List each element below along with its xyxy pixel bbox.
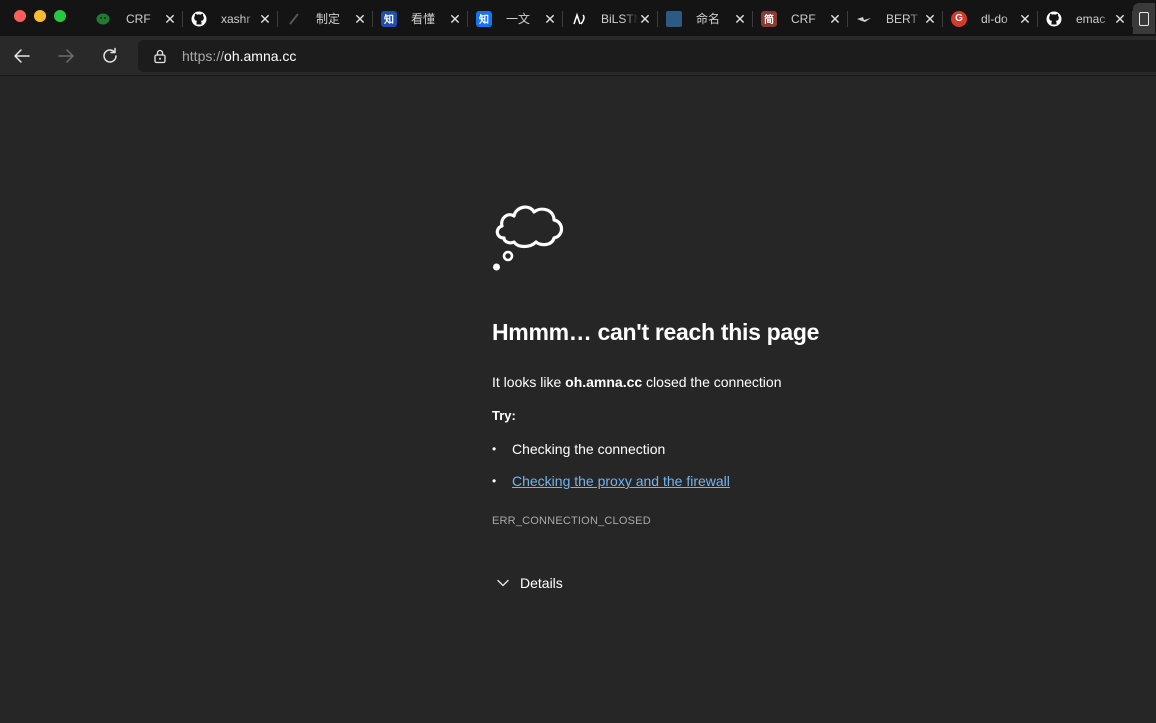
close-tab-icon[interactable]: ✕ <box>1113 12 1127 26</box>
browser-toolbar: https://oh.amna.cc <box>0 36 1156 76</box>
close-tab-icon[interactable]: ✕ <box>258 12 272 26</box>
thought-cloud-icon <box>493 205 564 271</box>
tabs: CRF✕xashr✕制定✕知看懂✕知一文✕BiLSTM✕命名✕简CRF✕BERT… <box>88 3 1155 36</box>
forward-button[interactable] <box>54 44 78 68</box>
message-host: oh.amna.cc <box>565 374 643 390</box>
window-controls <box>14 10 66 22</box>
close-window-button[interactable] <box>14 10 26 22</box>
zhihu-icon: 知 <box>476 10 492 27</box>
error-page: Hmmm… can't reach this page It looks lik… <box>0 77 1156 723</box>
jianshu-icon: 简 <box>761 10 777 27</box>
close-tab-icon[interactable]: ✕ <box>1018 12 1032 26</box>
browser-tab[interactable]: 制定 ✕ <box>278 3 373 34</box>
details-toggle[interactable]: Details <box>496 575 563 591</box>
browser-tab[interactable]: CRF ✕ <box>88 3 183 34</box>
python-icon <box>666 10 682 27</box>
zoom-window-button[interactable] <box>54 10 66 22</box>
lock-icon[interactable] <box>152 48 168 64</box>
tab-title: dl-do <box>981 11 1008 26</box>
tab-title: 命名 <box>696 12 721 26</box>
minimize-window-button[interactable] <box>34 10 46 22</box>
google-icon: G <box>951 10 967 27</box>
tab-title: BERT <box>886 11 918 26</box>
tab-title: xashr <box>221 11 251 26</box>
document-icon <box>1139 11 1149 26</box>
document-icon <box>286 11 302 27</box>
tab-title: CRF <box>791 11 816 26</box>
suggestion-check-connection: Checking the connection <box>512 441 666 457</box>
error-title: Hmmm… can't reach this page <box>492 319 820 345</box>
back-arrow-icon <box>14 49 30 63</box>
github-icon <box>191 11 207 27</box>
tab-strip: CRF✕xashr✕制定✕知看懂✕知一文✕BiLSTM✕命名✕简CRF✕BERT… <box>0 0 1156 36</box>
browser-tab[interactable]: 命名 ✕ <box>658 3 753 34</box>
browser-tab[interactable]: Gdl-do ✕ <box>943 3 1038 34</box>
browser-tab-partial[interactable] <box>1133 3 1155 34</box>
browser-tab[interactable]: 简 CRF ✕ <box>753 3 848 34</box>
browser-tab[interactable]: 知看懂 ✕ <box>373 3 468 34</box>
reload-icon <box>103 47 117 63</box>
error-code: ERR_CONNECTION_CLOSED <box>492 515 651 527</box>
message-prefix: It looks like <box>492 374 566 390</box>
close-tab-icon[interactable]: ✕ <box>733 12 747 26</box>
suggestion-list: Checking the connection Checking the pro… <box>492 440 730 504</box>
message-suffix: closed the connection <box>642 374 782 390</box>
back-button[interactable] <box>10 44 34 68</box>
tab-title: CRF <box>126 11 151 26</box>
tab-title: emac <box>1076 11 1106 26</box>
close-tab-icon[interactable]: ✕ <box>543 12 557 26</box>
close-tab-icon[interactable]: ✕ <box>923 12 937 26</box>
browser-tab[interactable]: BERT ✕ <box>848 3 943 34</box>
browser-tab[interactable]: BiLSTM✕ <box>563 3 658 34</box>
tab-title: BiLSTM <box>601 11 638 26</box>
omega-icon <box>571 11 587 27</box>
tab-title: 一文 <box>506 12 531 26</box>
suggestion-item: Checking the proxy and the firewall <box>492 472 730 504</box>
close-tab-icon[interactable]: ✕ <box>353 12 367 26</box>
url-scheme: https:// <box>182 48 225 64</box>
details-label: Details <box>520 575 563 591</box>
zhihu-icon: 知 <box>381 10 397 27</box>
github-icon <box>1046 11 1062 27</box>
url-host: oh.amna.cc <box>224 48 297 64</box>
suggestion-item: Checking the connection <box>492 440 730 472</box>
close-tab-icon[interactable]: ✕ <box>448 12 462 26</box>
reload-button[interactable] <box>98 44 122 68</box>
tab-title: 看懂 <box>411 12 436 26</box>
close-tab-icon[interactable]: ✕ <box>828 12 842 26</box>
close-tab-icon[interactable]: ✕ <box>163 12 177 26</box>
close-tab-icon[interactable]: ✕ <box>638 12 652 26</box>
chevron-down-icon <box>497 579 509 587</box>
address-bar[interactable]: https://oh.amna.cc <box>138 40 1156 72</box>
proxy-firewall-link[interactable]: Checking the proxy and the firewall <box>512 473 730 489</box>
try-label: Try: <box>492 408 516 423</box>
browser-tab[interactable]: xashr ✕ <box>183 3 278 34</box>
tab-title: 制定 <box>316 12 341 26</box>
browser-tab[interactable]: emac ✕ <box>1038 3 1133 34</box>
wechat-icon <box>96 11 112 27</box>
browser-tab[interactable]: 知一文 ✕ <box>468 3 563 34</box>
forward-arrow-icon <box>58 49 74 63</box>
bird-icon <box>856 11 872 27</box>
error-message: It looks like oh.amna.cc closed the conn… <box>492 374 782 390</box>
